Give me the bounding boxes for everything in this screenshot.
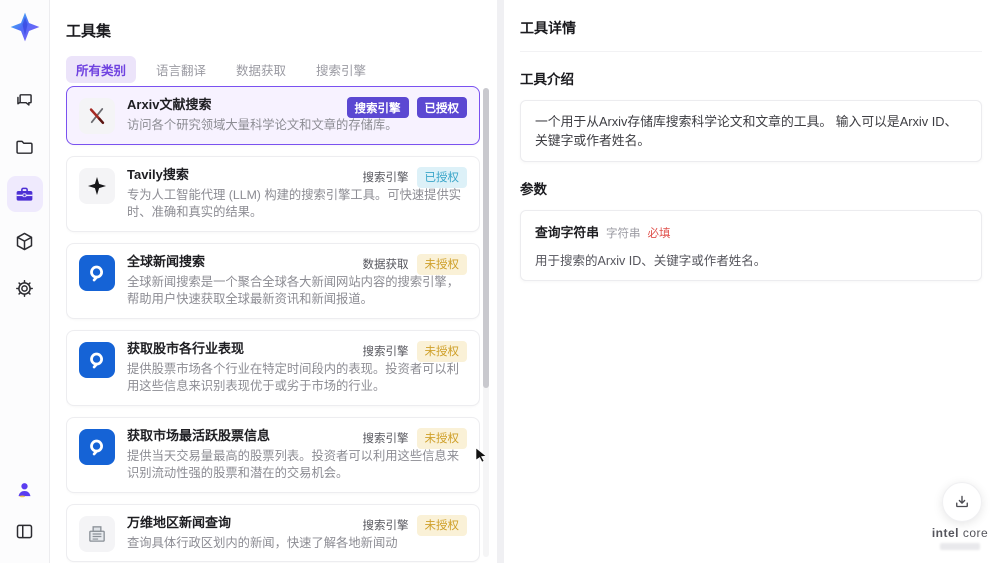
auth-status-badge: 已授权 <box>416 97 467 118</box>
collapse-panel-button[interactable] <box>7 513 43 549</box>
blue-app-icon <box>79 428 115 465</box>
files-nav-button[interactable] <box>7 129 43 165</box>
toolbox-icon <box>16 187 33 201</box>
settings-nav-button[interactable] <box>7 270 43 306</box>
category-badge: 数据获取 <box>362 259 409 271</box>
mouse-cursor <box>475 448 487 462</box>
category-badge: 搜索引擎 <box>362 172 409 184</box>
panel-divider <box>497 0 504 563</box>
blue-app-icon <box>79 341 115 378</box>
arxiv-icon <box>79 98 115 134</box>
param-type: 字符串 <box>605 228 641 241</box>
tool-card[interactable]: 全球新闻搜索 全球新闻搜索是一个聚合全球各大新闻网站内容的搜索引擎，帮助用户快速… <box>66 242 480 319</box>
packages-nav-button[interactable] <box>7 223 43 259</box>
tool-card[interactable]: Tavily搜索 专为人工智能代理 (LLM) 构建的搜索引擎工具。可快速提供实… <box>66 155 480 232</box>
category-badge: 搜索引擎 <box>346 97 409 118</box>
app-logo-icon <box>7 8 43 46</box>
blue-app-icon <box>79 254 115 291</box>
intel-core-badge: intel core <box>928 526 992 550</box>
intro-box: 一个用于从Arxiv存储库搜索科学论文和文章的工具。 输入可以是Arxiv ID… <box>520 100 982 163</box>
list-scrollbar <box>483 88 489 557</box>
left-rail <box>0 0 50 563</box>
brand-intel: intel <box>931 526 959 540</box>
details-title: 工具详情 <box>520 18 982 52</box>
tool-description: 提供当天交易量最高的股票列表。投资者可以利用这些信息来识别流动性强的股票和潜在的… <box>127 448 460 481</box>
tool-details-panel: 工具详情 工具介绍 一个用于从Arxiv存储库搜索科学论文和文章的工具。 输入可… <box>504 0 1000 563</box>
params-section-title: 参数 <box>520 182 547 198</box>
gear-icon <box>16 279 33 297</box>
tool-card[interactable]: 获取市场最活跃股票信息 提供当天交易量最高的股票列表。投资者可以利用这些信息来识… <box>66 416 480 493</box>
intro-section-title: 工具介绍 <box>520 72 574 87</box>
category-tab[interactable]: 搜索引擎 <box>306 56 376 83</box>
category-tab[interactable]: 所有类别 <box>66 56 137 83</box>
avatar-icon <box>18 482 31 497</box>
category-badge: 搜索引擎 <box>362 520 409 532</box>
download-button[interactable] <box>942 482 982 522</box>
chat-nav-button[interactable] <box>7 82 43 118</box>
user-profile-button[interactable] <box>7 471 43 507</box>
auth-status-badge: 未授权 <box>416 514 467 536</box>
cube-icon <box>16 232 33 250</box>
folder-icon <box>16 140 33 154</box>
scrollbar-thumb[interactable] <box>483 88 489 388</box>
category-badge: 搜索引擎 <box>362 433 409 445</box>
tool-description: 查询具体行政区划内的新闻，快速了解各地新闻动 <box>127 535 398 550</box>
intro-text: 一个用于从Arxiv存储库搜索科学论文和文章的工具。 输入可以是Arxiv ID… <box>535 114 958 149</box>
chat-icon <box>17 93 32 106</box>
tool-description: 访问各个研究领域大量科学论文和文章的存储库。 <box>127 118 398 132</box>
param-box: 查询字符串 字符串 必填 用于搜索的Arxiv ID、关键字或作者姓名。 <box>520 210 982 282</box>
param-required-flag: 必填 <box>647 228 671 241</box>
brand-core: core <box>962 526 989 540</box>
auth-status-badge: 已授权 <box>416 166 467 188</box>
tool-description: 提供股票市场各个行业在特定时间段内的表现。投资者可以利用这些信息来识别表现优于或… <box>127 361 460 394</box>
download-icon <box>956 495 968 508</box>
toolbox-nav-button[interactable] <box>6 176 43 212</box>
panel-toggle-icon <box>16 524 33 538</box>
tavily-icon <box>79 167 115 204</box>
tool-description: 专为人工智能代理 (LLM) 构建的搜索引擎工具。可快速提供实时、准确和真实的结… <box>127 187 462 220</box>
tool-card[interactable]: 万维地区新闻查询 查询具体行政区划内的新闻，快速了解各地新闻动 搜索引擎 未授权 <box>66 503 480 562</box>
tool-description: 全球新闻搜索是一个聚合全球各大新闻网站内容的搜索引擎，帮助用户快速获取全球最新资… <box>127 274 460 307</box>
auth-status-badge: 未授权 <box>416 427 467 449</box>
tool-card[interactable]: 获取股市各行业表现 提供股票市场各个行业在特定时间段内的表现。投资者可以利用这些… <box>66 329 480 406</box>
tools-panel: 工具集 所有类别 语言翻译 数据获取 搜索引擎 Arxiv文献搜索 访问各个研究… <box>50 0 497 563</box>
tool-list: Arxiv文献搜索 访问各个研究领域大量科学论文和文章的存储库。 搜索引擎 已授… <box>66 86 480 563</box>
param-description: 用于搜索的Arxiv ID、关键字或作者姓名。 <box>535 254 767 269</box>
auth-status-badge: 未授权 <box>416 340 467 362</box>
page-title: 工具集 <box>66 23 112 40</box>
param-name: 查询字符串 <box>535 225 599 241</box>
category-badge: 搜索引擎 <box>362 346 409 358</box>
building-icon <box>79 515 115 552</box>
category-tab[interactable]: 数据获取 <box>226 56 296 83</box>
params-list: 查询字符串 字符串 必填 用于搜索的Arxiv ID、关键字或作者姓名。 <box>520 210 982 282</box>
auth-status-badge: 未授权 <box>416 253 467 275</box>
category-tabs: 所有类别 语言翻译 数据获取 搜索引擎 <box>66 56 376 83</box>
app-window: 工具集 所有类别 语言翻译 数据获取 搜索引擎 Arxiv文献搜索 访问各个研究… <box>0 0 1000 563</box>
tool-card[interactable]: Arxiv文献搜索 访问各个研究领域大量科学论文和文章的存储库。 搜索引擎 已授… <box>66 86 480 145</box>
category-tab[interactable]: 语言翻译 <box>146 56 216 83</box>
